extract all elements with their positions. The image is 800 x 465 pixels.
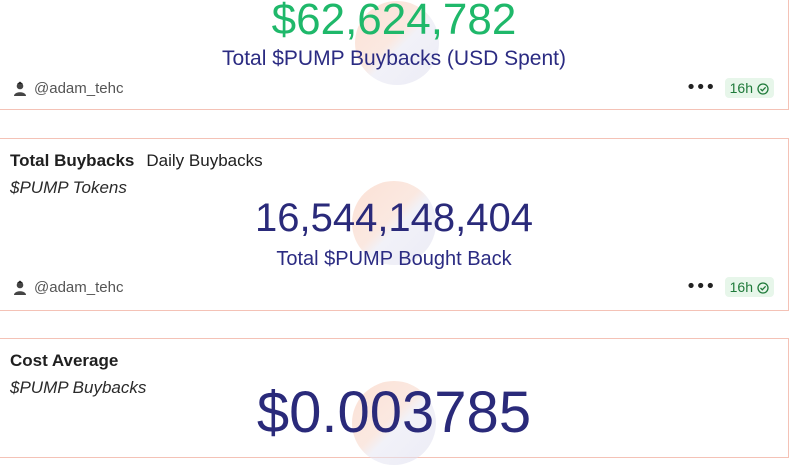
total-buybacks-card: Total Buybacks Daily Buybacks $PUMP Toke…	[0, 138, 789, 311]
card-subtitle: $PUMP Tokens	[10, 178, 127, 197]
author-name: @adam_tehc	[34, 279, 124, 296]
tab-daily-buybacks[interactable]: Daily Buybacks	[146, 151, 262, 171]
cost-average-value: $0.003785	[256, 380, 532, 445]
more-dots-icon[interactable]: •••	[686, 79, 716, 97]
avatar-icon	[12, 280, 28, 296]
time-badge: 16h	[724, 78, 774, 98]
check-circle-icon	[757, 281, 769, 294]
card-tabs: Cost Average	[10, 351, 118, 371]
tab-total-buybacks[interactable]: Total Buybacks	[10, 151, 134, 171]
author-name: @adam_tehc	[34, 80, 124, 97]
check-circle-icon	[757, 82, 769, 95]
author-link[interactable]: @adam_tehc	[12, 80, 123, 97]
tokens-bought-caption: Total $PUMP Bought Back	[276, 248, 512, 270]
cost-average-card: Cost Average $PUMP Buybacks $0.003785	[0, 338, 789, 465]
card-tabs: Total Buybacks Daily Buybacks	[10, 151, 263, 171]
usd-spent-value: $62,624,782	[271, 0, 517, 44]
time-badge: 16h	[724, 277, 774, 297]
time-text: 16h	[729, 80, 753, 96]
time-text: 16h	[729, 279, 753, 295]
tab-cost-average[interactable]: Cost Average	[10, 351, 118, 371]
more-dots-icon[interactable]: •••	[686, 278, 716, 296]
author-link[interactable]: @adam_tehc	[12, 279, 123, 296]
avatar-icon	[12, 81, 28, 97]
buyback-usd-card: $62,624,782 Total $PUMP Buybacks (USD Sp…	[0, 0, 789, 110]
tokens-bought-value: 16,544,148,404	[254, 196, 534, 240]
usd-spent-caption: Total $PUMP Buybacks (USD Spent)	[222, 47, 566, 70]
